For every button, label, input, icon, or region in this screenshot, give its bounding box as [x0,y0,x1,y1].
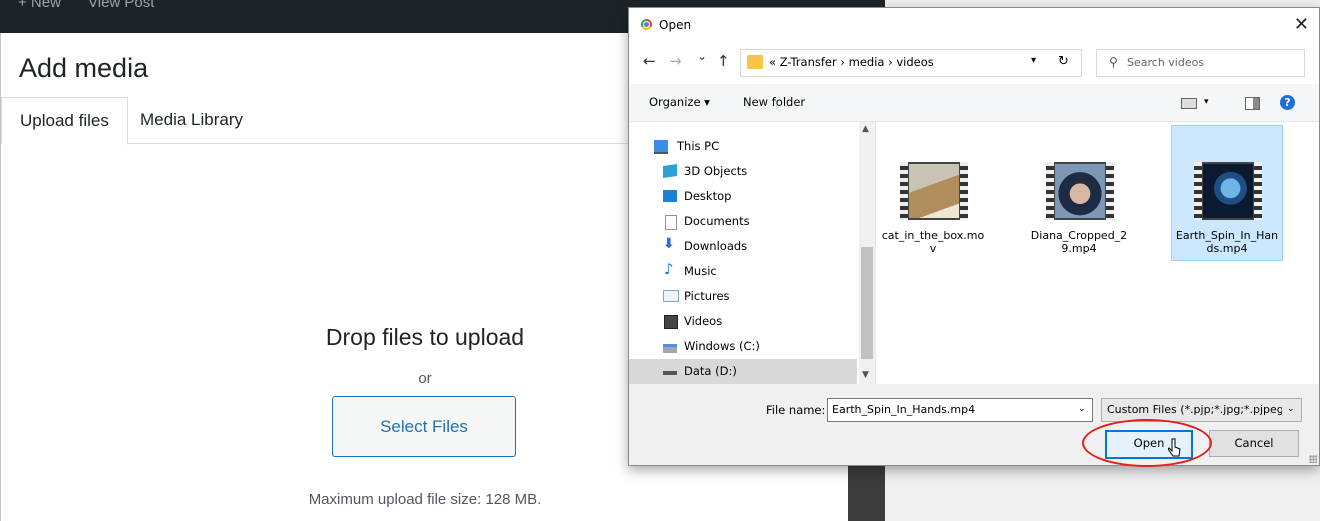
highlight-circle [1082,419,1212,467]
sidebar-item-label: Downloads [684,239,748,253]
command-toolbar: Organize ▾ New folder ▾ ? [629,84,1319,122]
forward-arrow-icon[interactable]: → [669,52,682,70]
dialog-footer: File name: Earth_Spin_In_Hands.mp4 ⌄ Cus… [629,384,1319,465]
video-thumbnail [1194,162,1262,220]
file-item[interactable]: cat_in_the_box.mov [878,126,988,260]
mouse-pointer-icon [1168,438,1181,457]
search-icon: ⚲ [1109,55,1118,69]
sidebar-item-label: Documents [684,214,750,228]
folder-icon [747,55,763,69]
chevron-down-icon[interactable]: ⌄ [1287,404,1295,414]
tab-media-library[interactable]: Media Library [122,97,261,143]
scroll-up-icon[interactable]: ▲ [862,124,869,134]
file-item[interactable]: Diana_Cropped_29.mp4 [1024,126,1134,260]
file-name: cat_in_the_box.mov [881,229,985,255]
navigation-pane: This PC 3D Objects Desktop Documents ⬇ D… [629,122,876,384]
music-icon: ♪ [664,260,674,278]
preview-pane-icon[interactable] [1245,97,1260,110]
chevron-down-icon[interactable]: ▾ [1204,97,1209,107]
sidebar-item-desktop[interactable]: Desktop [629,184,857,209]
search-input[interactable]: ⚲ Search videos [1096,49,1305,77]
new-menu-item[interactable]: + New [18,0,61,11]
search-placeholder: Search videos [1127,56,1205,69]
sidebar-item-music[interactable]: ♪ Music [629,259,857,284]
open-file-dialog: Open ✕ ← → ⌄ ↑ « Z-Transfer › media › vi… [628,7,1320,466]
sidebar-item-data-d[interactable]: Data (D:) [629,359,857,384]
scroll-down-icon[interactable]: ▼ [862,370,869,380]
view-post-link[interactable]: View Post [88,0,154,11]
sidebar-item-label: Desktop [684,189,732,203]
sidebar-item-label: Windows (C:) [684,339,760,353]
sidebar-item-label: This PC [677,139,720,153]
cancel-button[interactable]: Cancel [1209,430,1299,457]
select-files-button[interactable]: Select Files [332,396,516,457]
sidebar-item-3d-objects[interactable]: 3D Objects [629,159,857,184]
navigation-bar: ← → ⌄ ↑ « Z-Transfer › media › videos ▾ … [629,40,1319,84]
sidebar-item-label: Pictures [684,289,730,303]
chevron-down-icon[interactable]: ⌄ [1078,404,1086,414]
close-icon[interactable]: ✕ [1294,14,1309,35]
sidebar-item-label: Music [684,264,717,278]
videos-icon [664,315,678,329]
help-icon[interactable]: ? [1280,95,1295,110]
file-type-select[interactable]: Custom Files (*.pjp;*.jpg;*.pjpeg ⌄ [1101,398,1302,422]
file-name-label: File name: [766,403,826,417]
modal-title: Add media [19,53,149,83]
download-icon: ⬇ [663,236,675,252]
file-name-value: Earth_Spin_In_Hands.mp4 [832,403,976,416]
sidebar-item-label: 3D Objects [684,164,748,178]
file-list: cat_in_the_box.mov Diana_Cropped_29.mp4 … [876,122,1319,384]
max-upload-size: Maximum upload file size: 128 MB. [308,491,542,508]
sidebar-item-label: Data (D:) [684,364,737,378]
sidebar-item-pictures[interactable]: Pictures [629,284,857,309]
video-thumbnail [1046,162,1114,220]
back-arrow-icon[interactable]: ← [643,52,656,70]
sidebar-item-this-pc[interactable]: This PC [629,134,857,159]
refresh-icon[interactable]: ↻ [1058,54,1069,69]
dialog-titlebar[interactable]: Open ✕ [629,8,1319,40]
tab-upload-files[interactable]: Upload files [1,97,128,145]
change-view-icon[interactable] [1181,98,1197,109]
sidebar-item-documents[interactable]: Documents [629,209,857,234]
sidebar-item-videos[interactable]: Videos [629,309,857,334]
document-icon [665,215,677,230]
pictures-icon [663,290,679,302]
breadcrumb[interactable]: « Z-Transfer › media › videos [769,55,934,69]
chevron-down-icon[interactable]: ▾ [1031,55,1036,66]
nav-scrollbar[interactable]: ▲ ▼ [859,122,875,384]
file-name: Diana_Cropped_29.mp4 [1030,229,1128,255]
file-name: Earth_Spin_In_Hands.mp4 [1175,229,1279,255]
cube-icon [663,164,677,178]
dialog-title: Open [659,18,692,32]
file-type-value: Custom Files (*.pjp;*.jpg;*.pjpeg [1107,403,1282,416]
scrollbar-thumb[interactable] [861,247,873,359]
chrome-icon [641,19,652,30]
resize-grip[interactable] [1309,455,1317,463]
new-folder-button[interactable]: New folder [743,95,805,109]
address-bar[interactable]: « Z-Transfer › media › videos ▾ ↻ [740,49,1082,77]
up-arrow-icon[interactable]: ↑ [717,52,730,70]
recent-locations-chevron-icon[interactable]: ⌄ [697,49,707,63]
organize-button[interactable]: Organize ▾ [649,95,710,109]
drive-icon [663,371,677,375]
computer-icon [654,140,668,154]
sidebar-item-label: Videos [684,314,723,328]
sidebar-item-downloads[interactable]: ⬇ Downloads [629,234,857,259]
desktop-icon [663,190,677,202]
sidebar-item-windows-c[interactable]: Windows (C:) [629,334,857,359]
file-item-selected[interactable]: Earth_Spin_In_Hands.mp4 [1171,125,1283,261]
file-name-field[interactable]: Earth_Spin_In_Hands.mp4 ⌄ [827,398,1093,422]
video-thumbnail [900,162,968,220]
drive-icon [663,344,677,353]
